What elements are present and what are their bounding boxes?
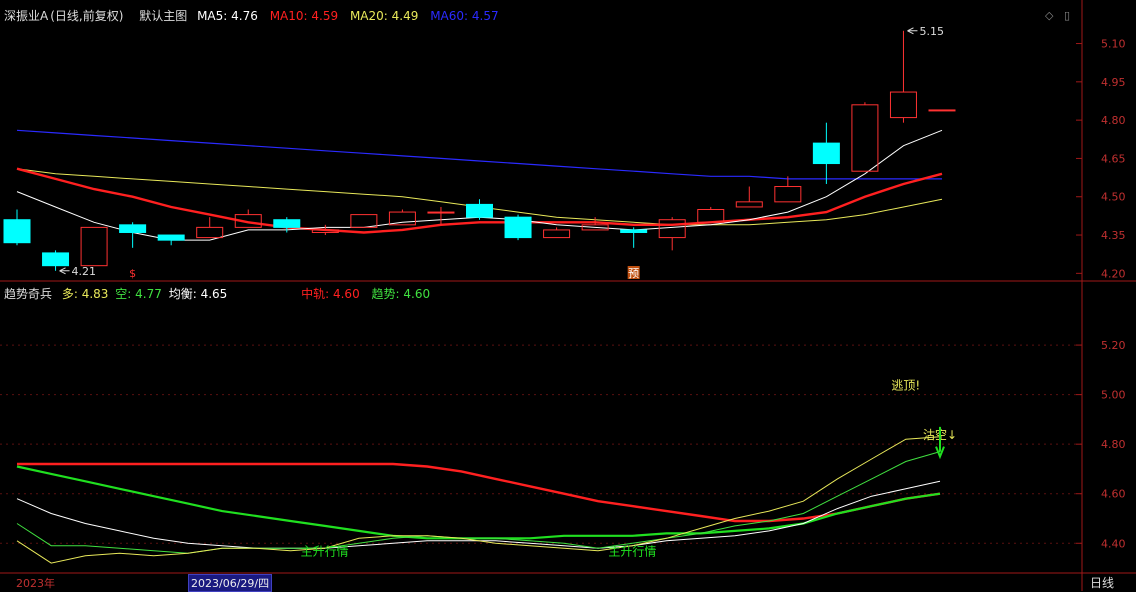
price-tick-label: 4.50 bbox=[1101, 191, 1126, 204]
stock-name[interactable]: 深振业A bbox=[4, 9, 48, 23]
price-tick-label: 4.35 bbox=[1101, 229, 1126, 242]
balance-legend: 均衡: 4.65 bbox=[168, 287, 228, 301]
trend-tick-label: 4.80 bbox=[1101, 438, 1126, 451]
candle bbox=[311, 224, 339, 236]
signal-marker: $ bbox=[129, 267, 136, 280]
candle bbox=[620, 227, 648, 248]
candle bbox=[735, 186, 763, 208]
candle-body bbox=[388, 211, 416, 226]
candle-body bbox=[851, 104, 879, 172]
candle-body bbox=[273, 219, 301, 228]
trend-tick-label: 4.40 bbox=[1101, 537, 1126, 550]
price-annotation-arrow bbox=[59, 267, 70, 275]
candle-body bbox=[504, 216, 532, 239]
price-tick-label: 5.10 bbox=[1101, 38, 1126, 51]
candle bbox=[774, 176, 802, 203]
main-panel-header: 深振业A (日线,前复权) 默认主图 MA5: 4.76 MA10: 4.59 M… bbox=[4, 7, 505, 24]
candle-body bbox=[196, 226, 224, 239]
signal-label: 主升行情 bbox=[608, 545, 656, 559]
short-line bbox=[16, 451, 941, 554]
ma20-legend: MA20: 4.49 bbox=[349, 9, 419, 23]
trend-tick-label: 5.00 bbox=[1101, 389, 1126, 402]
indicator-name[interactable]: 趋势奇兵 bbox=[4, 287, 52, 301]
price-tick-label: 4.20 bbox=[1101, 267, 1126, 280]
candle bbox=[80, 226, 108, 267]
candle bbox=[851, 102, 879, 172]
candle-body bbox=[427, 211, 455, 214]
signal-marker-label: $ bbox=[129, 267, 136, 280]
candle bbox=[928, 109, 956, 112]
candle bbox=[196, 217, 224, 239]
price-tick-label: 4.80 bbox=[1101, 114, 1126, 127]
candle bbox=[504, 214, 532, 241]
price-annotation-arrow bbox=[907, 27, 918, 35]
long-line bbox=[16, 436, 941, 564]
ma5-legend: MA5: 4.76 bbox=[197, 9, 258, 23]
candle-body bbox=[812, 142, 840, 165]
candle bbox=[466, 199, 493, 220]
candle bbox=[350, 214, 378, 228]
candle-body bbox=[350, 214, 378, 228]
mid-line bbox=[17, 462, 941, 523]
candle-body bbox=[658, 219, 686, 239]
ma60-line bbox=[16, 129, 942, 180]
candle-body bbox=[697, 209, 725, 223]
candle bbox=[543, 227, 571, 239]
price-annotation-label: 5.15 bbox=[919, 25, 944, 38]
candle bbox=[119, 222, 147, 248]
candle-body bbox=[774, 186, 802, 203]
trend-tick-label: 4.60 bbox=[1101, 488, 1126, 501]
price-tick-label: 4.95 bbox=[1101, 76, 1126, 89]
candle-body bbox=[735, 201, 763, 208]
year-label: 2023年 bbox=[16, 577, 55, 590]
cursor-date: 2023/06/29/四 bbox=[188, 574, 273, 592]
trend-tick-label: 5.20 bbox=[1101, 339, 1126, 352]
candle bbox=[697, 206, 725, 223]
ma60-legend: MA60: 4.57 bbox=[430, 9, 499, 23]
candle-body bbox=[928, 109, 956, 112]
signal-label: 主升行情 bbox=[301, 545, 349, 559]
period-tab[interactable]: 日线 bbox=[1090, 574, 1114, 591]
panel-maximize-icon[interactable]: ▯ bbox=[1064, 9, 1070, 22]
candle-body bbox=[119, 224, 147, 233]
panel-settings-icon[interactable]: ◇ bbox=[1045, 9, 1053, 22]
ma10-legend: MA10: 4.59 bbox=[269, 9, 339, 23]
candle-body bbox=[543, 229, 571, 239]
short-legend: 空: 4.77 bbox=[115, 287, 162, 301]
signal-marker-label: 预 bbox=[628, 267, 639, 280]
candle-body bbox=[3, 219, 31, 244]
price-tick-label: 4.65 bbox=[1101, 152, 1126, 165]
candle-body bbox=[80, 226, 108, 267]
candle bbox=[658, 217, 686, 251]
candle-body bbox=[42, 252, 70, 267]
candle-body bbox=[620, 229, 648, 233]
trend-line bbox=[16, 465, 941, 540]
ma5-line bbox=[16, 129, 943, 241]
candle-body bbox=[466, 203, 493, 218]
signal-label: 逃顶! bbox=[891, 379, 920, 393]
template-name[interactable]: 默认主图 bbox=[139, 9, 187, 23]
candle bbox=[427, 206, 455, 225]
candle bbox=[3, 209, 31, 246]
candle bbox=[157, 234, 185, 246]
candle bbox=[812, 122, 840, 184]
sub-panel-header: 趋势奇兵 多: 4.83 空: 4.77 均衡: 4.65 中轨: 4.60 趋… bbox=[4, 285, 436, 302]
price-annotation-label: 4.21 bbox=[72, 265, 97, 278]
candle-body bbox=[157, 234, 185, 241]
candle-body bbox=[889, 91, 917, 119]
trend-legend: 趋势: 4.60 bbox=[371, 287, 431, 301]
long-legend: 多: 4.83 bbox=[61, 287, 109, 301]
signal-marker: 预 bbox=[627, 266, 640, 280]
mid-legend: 中轨: 4.60 bbox=[301, 287, 360, 301]
candle bbox=[889, 30, 917, 123]
stock-mode: (日线,前复权) bbox=[50, 9, 124, 23]
